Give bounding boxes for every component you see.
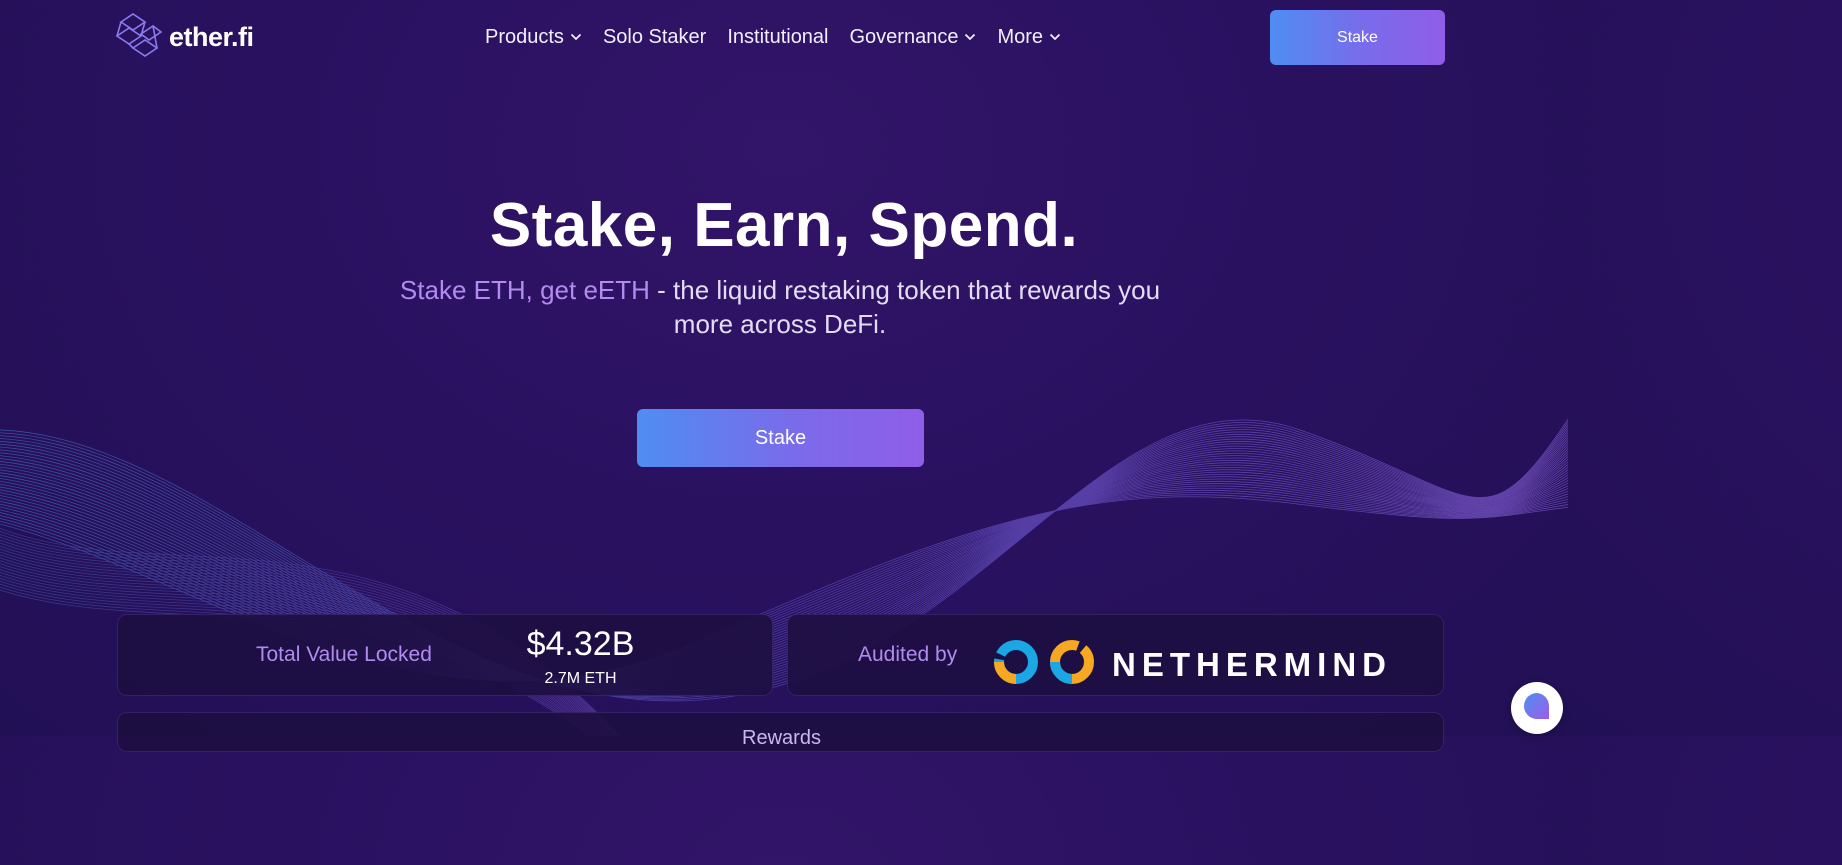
chevron-down-icon [570, 33, 582, 41]
hero-subtitle: Stake ETH, get eETH - the liquid restaki… [384, 273, 1176, 341]
audit-card: Audited by NETHERMIND [787, 614, 1444, 696]
nav-item-more[interactable]: More [997, 26, 1061, 49]
nav-item-products[interactable]: Products [485, 26, 582, 49]
nav-item-label: Governance [849, 25, 959, 48]
nav-item-solo-staker[interactable]: Solo Staker [603, 26, 706, 49]
nav-item-label: Products [485, 25, 564, 48]
tvl-label: Total Value Locked [256, 643, 432, 666]
hero-subtitle-text: - the liquid restaking token that reward… [649, 275, 1161, 339]
tvl-card: Total Value Locked $4.32B 2.7M ETH [117, 614, 773, 696]
hero-stake-button[interactable]: Stake [637, 409, 924, 467]
rewards-card: Rewards [117, 712, 1444, 752]
tvl-value: $4.32B [526, 625, 635, 663]
header-stake-button[interactable]: Stake [1270, 10, 1445, 65]
chevron-down-icon [1049, 33, 1061, 41]
brand-name: ether.fi [169, 21, 254, 52]
main-menu: Products Solo Staker Institutional Gover… [485, 22, 1082, 52]
nav-item-label: Solo Staker [602, 25, 707, 48]
rewards-label: Rewards [742, 727, 821, 749]
nav-item-label: More [997, 25, 1044, 48]
nav-item-institutional[interactable]: Institutional [727, 26, 828, 49]
nav-item-governance[interactable]: Governance [850, 26, 977, 49]
chat-bubble-icon [1522, 691, 1552, 726]
hero-title: Stake, Earn, Spend. [489, 191, 1079, 260]
hero-subtitle-highlight: Stake ETH, get eETH [399, 275, 650, 305]
etherfi-logo-icon [115, 12, 163, 63]
top-navigation: ether.fi Products Solo Staker Institutio… [0, 0, 1568, 75]
nethermind-logo-icon [992, 635, 1096, 694]
audited-by-label: Audited by [858, 643, 958, 666]
brand-logo[interactable]: ether.fi [115, 12, 254, 63]
chat-button[interactable] [1511, 682, 1563, 734]
auditor-logo[interactable]: NETHERMIND [992, 635, 1392, 694]
chevron-down-icon [964, 33, 976, 41]
auditor-name: NETHERMIND [1112, 645, 1392, 683]
tvl-eth-amount: 2.7M ETH [544, 670, 617, 687]
nav-item-label: Institutional [727, 25, 829, 48]
